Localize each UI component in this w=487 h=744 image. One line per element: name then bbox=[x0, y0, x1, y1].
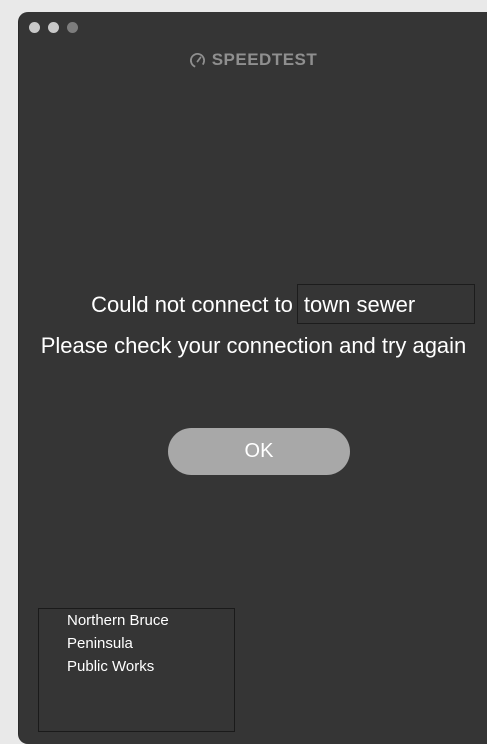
window-controls bbox=[29, 22, 78, 33]
provider-label: Northern Bruce Peninsula Public Works bbox=[38, 608, 235, 732]
close-window-button[interactable] bbox=[29, 22, 40, 33]
ok-button[interactable]: OK bbox=[168, 428, 350, 475]
maximize-window-button[interactable] bbox=[67, 22, 78, 33]
provider-line: Northern Bruce bbox=[67, 612, 169, 629]
error-prefix: Could not connect to bbox=[91, 291, 293, 317]
server-name: town sewer bbox=[296, 284, 475, 324]
minimize-window-button[interactable] bbox=[48, 22, 59, 33]
app-brand: SPEEDTEST bbox=[19, 50, 487, 70]
error-title: Could not connect to town sewer bbox=[19, 284, 487, 324]
speedometer-icon bbox=[189, 52, 206, 69]
provider-line: Public Works bbox=[67, 658, 155, 675]
brand-name: SPEEDTEST bbox=[211, 50, 318, 69]
provider-line: Peninsula bbox=[67, 635, 133, 652]
error-detail: Please check your connection and try aga… bbox=[40, 333, 467, 358]
speedtest-window: SPEEDTEST Could not connect to town sewe… bbox=[18, 12, 487, 744]
